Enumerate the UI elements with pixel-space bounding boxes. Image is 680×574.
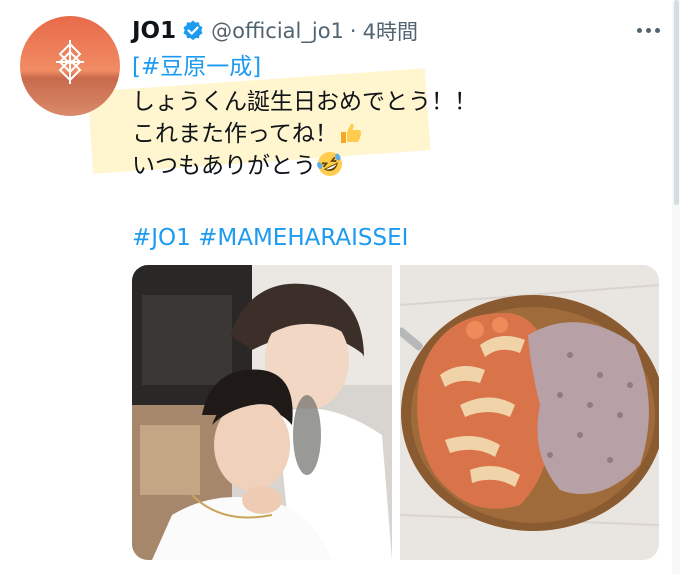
tweet-text-line-4: いつもありがとう bbox=[132, 150, 344, 187]
scrollbar[interactable] bbox=[672, 0, 680, 574]
hashtag-mameharaissei[interactable]: #MAMEHARAISSEI bbox=[198, 225, 408, 251]
curry-image bbox=[400, 265, 659, 560]
bracket-close: ] bbox=[252, 54, 262, 80]
avatar-image bbox=[20, 16, 120, 116]
separator-dot: · bbox=[349, 19, 357, 43]
avatar[interactable] bbox=[20, 16, 120, 116]
selfie-image bbox=[132, 265, 392, 560]
display-name[interactable]: JO1 bbox=[132, 18, 176, 44]
verified-badge-icon bbox=[181, 19, 205, 43]
photo-curry-dish[interactable] bbox=[400, 265, 659, 560]
tweet-text-line-1: [#豆原一成] bbox=[132, 51, 261, 83]
media-grid bbox=[132, 265, 659, 560]
tweet-text-line-4-text: いつもありがとう bbox=[132, 153, 316, 179]
tweet-header: JO1 @official_jo1 · 4時間 bbox=[132, 14, 418, 48]
scrollbar-thumb[interactable] bbox=[674, 0, 679, 205]
hashtag-mameharaissei-jp[interactable]: #豆原一成 bbox=[141, 54, 252, 80]
bracket-open: [ bbox=[132, 54, 141, 80]
hashtags-line: #JO1 #MAMEHARAISSEI bbox=[132, 222, 408, 254]
tweet-text-line-3-text: これまた作ってね！ bbox=[132, 121, 338, 147]
photo-selfie[interactable] bbox=[132, 265, 392, 560]
user-handle[interactable]: @official_jo1 bbox=[211, 19, 344, 43]
timestamp[interactable]: 4時間 bbox=[363, 16, 418, 46]
hashtag-jo1[interactable]: #JO1 bbox=[132, 225, 191, 251]
more-options-icon[interactable] bbox=[630, 15, 666, 45]
tweet-text-line-2: しょうくん誕生日おめでとう！！ bbox=[132, 89, 477, 115]
rofl-emoji bbox=[316, 150, 344, 187]
